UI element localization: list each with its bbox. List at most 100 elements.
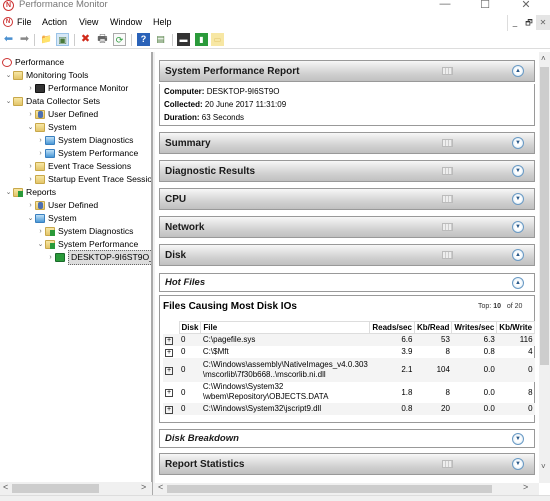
- scroll-right-icon[interactable]: >: [523, 482, 528, 492]
- scrollbar-thumb[interactable]: [540, 67, 549, 365]
- chevron-right-icon[interactable]: ›: [26, 108, 35, 121]
- section-cpu[interactable]: CPU ▼: [159, 188, 535, 210]
- maximize-button[interactable]: ☐: [465, 0, 505, 11]
- chevron-down-icon[interactable]: ⌄: [26, 121, 35, 134]
- table-row[interactable]: + 0 C:\Windows\assembly\NativeImages_v4.…: [163, 357, 535, 382]
- table-row[interactable]: + 0 C:\$Mft 3.9 8 0.8 4: [163, 346, 535, 358]
- print-icon[interactable]: 🖶: [96, 33, 109, 46]
- column-header-writes-sec[interactable]: Writes/sec: [451, 321, 498, 334]
- tree-horizontal-scrollbar[interactable]: < >: [0, 482, 152, 495]
- tree-item-reports-system[interactable]: ⌄ System: [26, 212, 77, 225]
- table-view-icon[interactable]: [442, 139, 453, 147]
- new-folder-icon[interactable]: ▭: [211, 33, 224, 46]
- show-hide-action-pane-icon[interactable]: ▤: [154, 33, 167, 46]
- chevron-down-icon[interactable]: ⌄: [4, 95, 13, 108]
- column-header-reads-sec[interactable]: Reads/sec: [369, 321, 415, 334]
- delete-icon[interactable]: ✖: [79, 33, 92, 46]
- column-header-kb-write[interactable]: Kb/Write: [496, 321, 536, 334]
- table-view-icon[interactable]: [442, 195, 453, 203]
- column-header-file[interactable]: File: [200, 321, 371, 334]
- expand-icon[interactable]: ▼: [512, 433, 524, 445]
- chevron-down-icon[interactable]: ⌄: [4, 69, 13, 82]
- table-row[interactable]: + 0 C:\Windows\System32\jscript9.dll 0.8…: [163, 402, 535, 415]
- mdi-close-button[interactable]: ✕: [536, 15, 550, 30]
- tree-item-system-diagnostics[interactable]: › System Diagnostics: [36, 134, 133, 147]
- mdi-restore-button[interactable]: 🗗: [522, 15, 536, 30]
- show-hide-console-tree-icon[interactable]: ▣: [56, 33, 69, 46]
- collapse-icon[interactable]: ▲: [512, 65, 524, 77]
- content-vertical-scrollbar[interactable]: ˄ ˅: [539, 52, 550, 483]
- menu-view[interactable]: View: [79, 17, 98, 27]
- up-folder-icon[interactable]: 📁: [40, 33, 53, 46]
- expand-row-icon[interactable]: +: [165, 348, 173, 357]
- tree-item-performance-monitor[interactable]: › Performance Monitor: [26, 82, 128, 95]
- chevron-right-icon[interactable]: ›: [36, 134, 45, 147]
- chevron-right-icon[interactable]: ›: [26, 199, 35, 212]
- collapse-icon[interactable]: ▲: [512, 249, 524, 261]
- table-view-icon[interactable]: [442, 460, 453, 468]
- chevron-down-icon[interactable]: ⌄: [36, 238, 45, 251]
- tree-item-startup-event-trace-sessions[interactable]: › Startup Event Trace Session: [26, 173, 151, 186]
- chevron-down-icon[interactable]: ⌄: [4, 186, 13, 199]
- expand-row-icon[interactable]: +: [165, 389, 173, 397]
- scrollbar-thumb[interactable]: [167, 485, 492, 493]
- scroll-left-icon[interactable]: <: [158, 482, 163, 492]
- table-view-icon[interactable]: [442, 251, 453, 259]
- tree-item-monitoring-tools[interactable]: ⌄ Monitoring Tools: [4, 69, 88, 82]
- expand-row-icon[interactable]: +: [165, 405, 173, 414]
- forward-icon[interactable]: ➡: [18, 33, 31, 46]
- back-icon[interactable]: ⬅: [2, 33, 15, 46]
- section-diagnostic-results[interactable]: Diagnostic Results ▼: [159, 160, 535, 182]
- expand-icon[interactable]: ▼: [512, 458, 524, 470]
- tree-item-reports-user-defined[interactable]: › User Defined: [26, 199, 98, 212]
- mdi-minimize-button[interactable]: _: [508, 15, 522, 30]
- menu-file[interactable]: File: [17, 17, 32, 27]
- section-system-performance-report[interactable]: System Performance Report ▲: [159, 60, 535, 82]
- system-menu-icon[interactable]: N: [3, 17, 13, 27]
- content-horizontal-scrollbar[interactable]: < >: [155, 482, 539, 495]
- performance-monitor-icon[interactable]: ▬: [177, 33, 190, 46]
- expand-icon[interactable]: ▼: [512, 221, 524, 233]
- chevron-right-icon[interactable]: ›: [46, 251, 55, 264]
- chevron-down-icon[interactable]: ⌄: [26, 212, 35, 225]
- chevron-right-icon[interactable]: ›: [26, 173, 35, 186]
- close-button[interactable]: ✕: [506, 0, 546, 11]
- tree-item-user-defined[interactable]: › User Defined: [26, 108, 98, 121]
- menu-help[interactable]: Help: [153, 17, 172, 27]
- tree-item-reports-system-diagnostics[interactable]: › System Diagnostics: [36, 225, 133, 238]
- expand-icon[interactable]: ▼: [512, 137, 524, 149]
- tree-item-system-performance[interactable]: › System Performance: [36, 147, 138, 160]
- chevron-right-icon[interactable]: ›: [26, 82, 35, 95]
- section-disk-breakdown[interactable]: Disk Breakdown ▼: [159, 429, 535, 448]
- scroll-left-icon[interactable]: <: [3, 482, 8, 492]
- scroll-up-icon[interactable]: ˄: [541, 54, 546, 63]
- expand-row-icon[interactable]: +: [165, 366, 173, 375]
- tree-item-data-collector-sets[interactable]: ⌄ Data Collector Sets: [4, 95, 100, 108]
- scrollbar-thumb[interactable]: [12, 484, 99, 493]
- chevron-right-icon[interactable]: ›: [36, 147, 45, 160]
- tree-item-reports[interactable]: ⌄ Reports: [4, 186, 56, 199]
- table-view-icon[interactable]: [442, 167, 453, 175]
- tree-item-event-trace-sessions[interactable]: › Event Trace Sessions: [26, 160, 131, 173]
- help-icon[interactable]: ?: [137, 33, 150, 46]
- tree-item-system[interactable]: ⌄ System: [26, 121, 77, 134]
- expand-icon[interactable]: ▼: [512, 165, 524, 177]
- table-view-icon[interactable]: [442, 67, 453, 75]
- refresh-icon[interactable]: ⟳: [113, 33, 126, 46]
- collapse-icon[interactable]: ▲: [512, 277, 524, 289]
- table-row[interactable]: + 0 C:\pagefile.sys 6.6 53 6.3 116: [163, 333, 535, 346]
- table-row[interactable]: + 0 C:\Windows\System32 \wbem\Repository…: [163, 382, 535, 403]
- section-report-statistics[interactable]: Report Statistics ▼: [159, 453, 535, 475]
- tree-item-performance[interactable]: Performance: [2, 56, 64, 69]
- scroll-right-icon[interactable]: >: [141, 482, 146, 492]
- column-header-disk[interactable]: Disk: [178, 321, 202, 334]
- column-header-kb-read[interactable]: Kb/Read: [413, 321, 453, 334]
- minimize-button[interactable]: —: [425, 0, 465, 10]
- section-summary[interactable]: Summary ▼: [159, 132, 535, 154]
- section-network[interactable]: Network ▼: [159, 216, 535, 238]
- table-view-icon[interactable]: [442, 223, 453, 231]
- chevron-right-icon[interactable]: ›: [36, 225, 45, 238]
- menu-window[interactable]: Window: [110, 17, 142, 27]
- menu-action[interactable]: Action: [42, 17, 67, 27]
- section-hot-files[interactable]: Hot Files ▲: [159, 273, 535, 292]
